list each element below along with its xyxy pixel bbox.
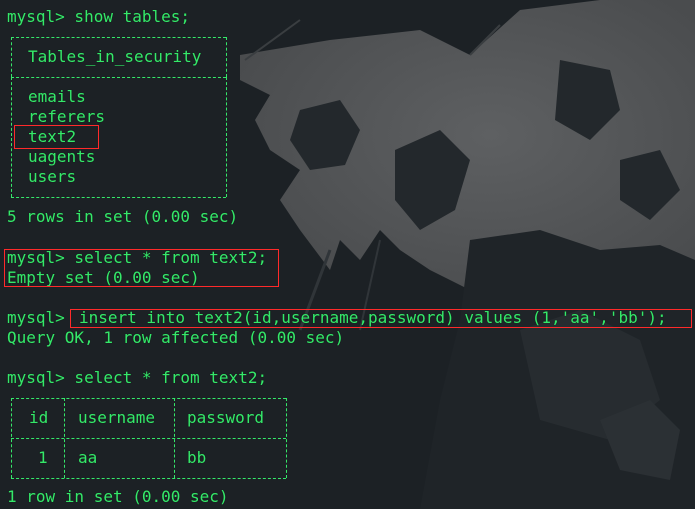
- command-show-tables: mysql> show tables;: [7, 7, 191, 26]
- table2-right-border: [286, 398, 287, 478]
- terminal-output: mysql> show tables; Tables_in_security e…: [0, 0, 695, 509]
- result-query-ok: Query OK, 1 row affected (0.00 sec): [7, 328, 345, 347]
- table2-top-border: [11, 398, 286, 399]
- table2-cell-id: 1: [38, 448, 48, 467]
- table1-right-border-body: [226, 77, 227, 197]
- table1-bottom-border: [11, 197, 226, 198]
- table1-top-border: [11, 37, 226, 38]
- table1-header: Tables_in_security: [28, 47, 202, 66]
- table1-right-border-header: [226, 37, 227, 77]
- prompt: mysql>: [7, 308, 65, 327]
- table-row: uagents: [28, 147, 96, 166]
- table1-header-separator: [11, 77, 226, 78]
- table2-header-id: id: [29, 408, 49, 427]
- table1-left-border-header: [11, 37, 12, 77]
- highlight-box-insert: [70, 309, 692, 328]
- result-one-row: 1 row in set (0.00 sec): [7, 487, 229, 506]
- table-row: emails: [28, 87, 86, 106]
- highlight-box-empty-select: [4, 249, 279, 287]
- table2-cell-password: bb: [187, 448, 207, 467]
- table2-cell-username: aa: [78, 448, 98, 467]
- result-rows-count: 5 rows in set (0.00 sec): [7, 207, 239, 226]
- table2-header-username: username: [78, 408, 156, 427]
- table-row: users: [28, 167, 77, 186]
- table1-left-border-body: [11, 77, 12, 197]
- highlight-box-text2: [14, 125, 99, 149]
- terminal-window[interactable]: mysql> show tables; Tables_in_security e…: [0, 0, 695, 509]
- table2-header-separator: [11, 438, 286, 439]
- table2-header-password: password: [187, 408, 265, 427]
- table-row: referers: [28, 107, 106, 126]
- command-select-rows: mysql> select * from text2;: [7, 368, 268, 387]
- table2-bottom-border: [11, 478, 286, 479]
